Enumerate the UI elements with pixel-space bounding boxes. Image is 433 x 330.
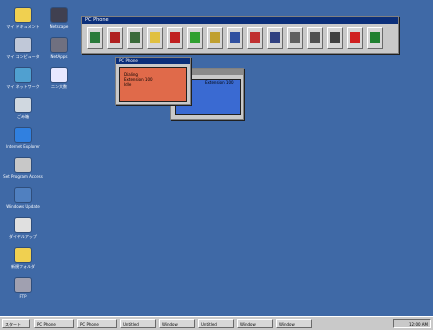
desktop-icon[interactable]: Internet Explorer <box>2 128 44 149</box>
dialing-window-title[interactable]: PC Phone <box>116 58 190 64</box>
folder-icon <box>210 32 220 43</box>
ftp-icon <box>15 278 31 292</box>
display-icon <box>270 32 280 43</box>
panel-icon <box>310 32 320 43</box>
desktop-icon-label: 新規フォルダ <box>11 264 35 269</box>
image-icon <box>190 32 200 43</box>
fax-icon <box>110 32 120 43</box>
exit-icon <box>370 32 380 43</box>
toolbar-button[interactable] <box>247 27 263 49</box>
document-icon <box>51 68 67 82</box>
toolbar-button[interactable] <box>367 27 383 49</box>
screen-icon <box>250 32 260 43</box>
desktop-icon-label: NetApps <box>50 54 68 59</box>
desktop-icon[interactable]: NetApps <box>38 38 80 59</box>
new-folder-icon <box>15 248 31 262</box>
desktop-icon[interactable]: Windows Update <box>2 188 44 209</box>
desktop-icon[interactable]: Netscape <box>38 8 80 29</box>
record-icon <box>170 32 180 43</box>
desktop-icon[interactable]: Set Program Access <box>2 158 44 179</box>
network-icon <box>15 68 31 82</box>
desktop-icon[interactable]: 新規フォルダ <box>2 248 44 269</box>
desktop-icon-label: Windows Update <box>6 204 40 209</box>
taskbar-button[interactable]: Window <box>276 319 312 328</box>
computer-icon <box>15 38 31 52</box>
system-tray-clock: 12:00 AM <box>393 319 431 328</box>
background-window-text: Extension 100 <box>205 80 234 85</box>
desktop-icon-label: Internet Explorer <box>6 144 40 149</box>
phone-icon <box>90 32 100 43</box>
desktop-icon-label: 二ン大数 <box>51 84 67 89</box>
taskbar-button[interactable]: Window <box>159 319 195 328</box>
browser-icon <box>15 128 31 142</box>
toolbar-button[interactable] <box>107 27 123 49</box>
toolbar-button[interactable] <box>327 27 343 49</box>
desktop-icon[interactable]: ダイヤルアップ <box>2 218 44 239</box>
toolbar-button[interactable] <box>227 27 243 49</box>
help-icon <box>350 32 360 43</box>
toolbar-button[interactable] <box>87 27 103 49</box>
taskbar: スタート PC Phone PC Phone Untitled Window Untit… <box>0 316 433 330</box>
lightbulb-icon <box>150 32 160 43</box>
toolbar-button[interactable] <box>187 27 203 49</box>
recycle-bin-icon <box>15 98 31 112</box>
window-icon <box>290 32 300 43</box>
taskbar-button[interactable]: PC Phone <box>77 319 117 328</box>
desktop-icon[interactable]: 二ン大数 <box>38 68 80 89</box>
toolbar-button[interactable] <box>307 27 323 49</box>
toolbar-button[interactable] <box>127 27 143 49</box>
toolbar-button[interactable] <box>267 27 283 49</box>
update-icon <box>15 188 31 202</box>
taskbar-button[interactable]: PC Phone <box>34 319 74 328</box>
toolbar-button[interactable] <box>147 27 163 49</box>
toolbar-button[interactable] <box>287 27 303 49</box>
program-access-icon <box>15 158 31 172</box>
dialing-window[interactable]: PC Phone Dialing Extension 100 Idle <box>115 57 191 105</box>
toolbar-button[interactable] <box>207 27 223 49</box>
pc-phone-window[interactable]: PC Phone <box>81 16 399 54</box>
netscape-icon <box>51 8 67 22</box>
netapps-icon <box>51 38 67 52</box>
desktop: マイ ドキュメント マイ コンピュータ マイ ネットワーク ごみ箱 Internet E… <box>0 0 433 316</box>
window-title[interactable]: PC Phone <box>82 17 398 24</box>
desktop-icon-label: Set Program Access <box>3 174 43 179</box>
frame-icon <box>330 32 340 43</box>
folder-icon <box>15 8 31 22</box>
status-line: Idle <box>124 82 132 87</box>
taskbar-button[interactable]: Untitled <box>120 319 156 328</box>
dialing-window-body: Dialing Extension 100 Idle <box>119 67 187 102</box>
desktop-icon-label: Netscape <box>49 24 69 29</box>
desktop-icon[interactable]: FTP <box>2 278 44 299</box>
desktop-icon-label: FTP <box>19 294 27 299</box>
toolbar-button[interactable] <box>347 27 363 49</box>
network-icon <box>130 32 140 43</box>
taskbar-button[interactable]: Untitled <box>198 319 234 328</box>
desktop-icon-label: ごみ箱 <box>17 114 29 119</box>
dialup-icon <box>15 218 31 232</box>
taskbar-button[interactable]: Window <box>237 319 273 328</box>
book-icon <box>230 32 240 43</box>
desktop-icon-label: ダイヤルアップ <box>9 234 37 239</box>
desktop-icon[interactable]: ごみ箱 <box>2 98 44 119</box>
toolbar-button[interactable] <box>167 27 183 49</box>
start-button[interactable]: スタート <box>2 319 30 328</box>
